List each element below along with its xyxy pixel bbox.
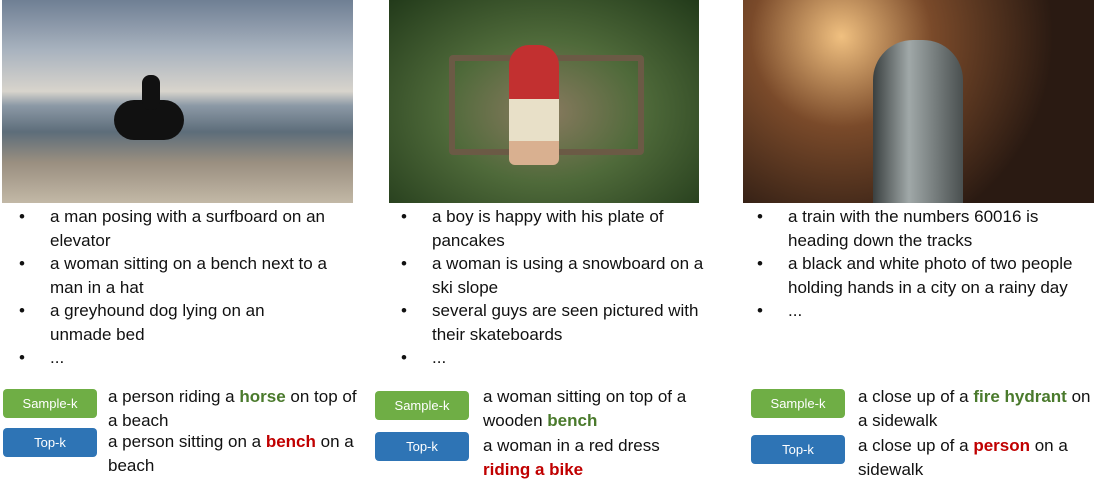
list-item: • a greyhound dog lying on an unmade bed [19, 301, 265, 344]
list-item: • a black and white photo of two people h… [757, 254, 1073, 297]
top-k-caption: a woman in a red dress riding a bike [483, 436, 660, 479]
photo-woman-on-bench [389, 0, 699, 203]
list-item: • a man posing with a surfboard on an ele… [19, 207, 326, 250]
caption-list-2: • a boy is happy with his plate of pancak… [401, 205, 717, 370]
caption-list-3: • a train with the numbers 60016 is headi… [757, 205, 1078, 323]
top-k-label: Top-k [375, 432, 469, 461]
list-item: • a boy is happy with his plate of pancak… [401, 207, 664, 250]
sample-k-caption: a woman sitting on top of a wooden bench [483, 387, 687, 430]
top-k-label: Top-k [751, 435, 845, 464]
hydrant [873, 40, 963, 203]
sample-k-label: Sample-k [751, 389, 845, 418]
list-item: •... [757, 301, 803, 320]
rider-silhouette [142, 75, 160, 110]
sample-k-label: Sample-k [3, 389, 97, 418]
sample-k-caption: a person riding a horse on top of a beac… [108, 387, 357, 430]
list-item: • a woman sitting on a bench next to a ma… [19, 254, 327, 297]
sample-k-caption: a close up of a fire hydrant on a sidewa… [858, 387, 1091, 430]
list-item: • several guys are seen pictured with the… [401, 301, 699, 344]
top-k-caption: a close up of a person on a sidewalk [858, 436, 1068, 479]
list-item: •... [401, 348, 447, 367]
woman [509, 45, 559, 165]
caption-list-1: • a man posing with a surfboard on an ele… [19, 205, 330, 370]
list-item: • a woman is using a snowboard on a ski s… [401, 254, 704, 297]
photo-fire-hydrant [743, 0, 1094, 203]
top-k-caption: a person sitting on a bench on a beach [108, 432, 354, 475]
sample-k-label: Sample-k [375, 391, 469, 420]
list-item: • a train with the numbers 60016 is headi… [757, 207, 1039, 250]
top-k-label: Top-k [3, 428, 97, 457]
photo-horse-rider-beach [2, 0, 353, 203]
list-item: •... [19, 348, 65, 367]
